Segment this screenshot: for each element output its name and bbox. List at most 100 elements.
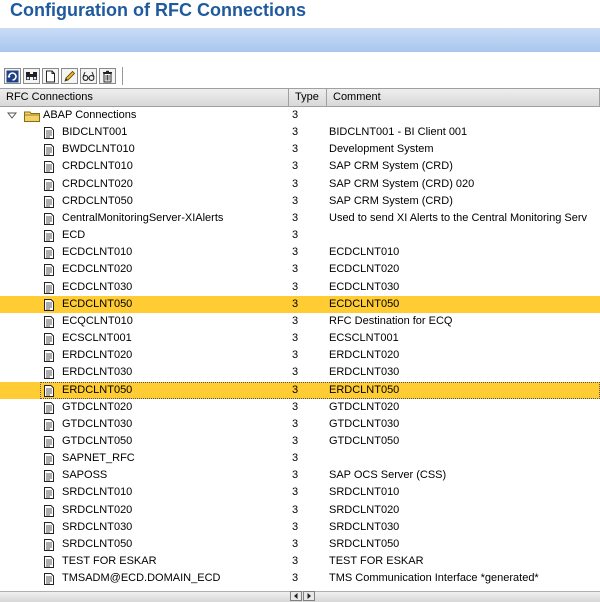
connection-name: TMSADM@ECD.DOMAIN_ECD [62,572,221,585]
tree-row[interactable]: SRDCLNT030 3 SRDCLNT030 [0,519,600,536]
connection-name: BWDCLNT010 [62,143,135,156]
refresh-button[interactable] [4,68,21,84]
type-cell: 3 [292,246,299,259]
connection-name: CRDCLNT010 [62,160,133,173]
document-icon [44,504,54,517]
comment-cell: ECSCLNT001 [329,332,399,345]
connection-name: SAPNET_RFC [62,452,135,465]
delete-button[interactable] [99,68,116,84]
tree-row[interactable]: CRDCLNT010 3 SAP CRM System (CRD) [0,158,600,175]
document-icon [44,264,54,277]
connection-name: BIDCLNT001 [62,126,128,139]
tree-row[interactable]: ERDCLNT050 3 ERDCLNT050 [0,381,600,399]
glasses-icon [82,71,95,81]
connection-name: CRDCLNT050 [62,194,133,207]
connection-name: ECDCLNT030 [62,280,133,293]
comment-cell [329,227,600,244]
type-cell: 3 [292,366,299,379]
comment-cell: ERDCLNT030 [329,366,400,379]
create-button[interactable] [42,68,59,84]
document-icon [44,435,54,448]
comment-cell: GTDCLNT030 [329,417,400,430]
column-header-type[interactable]: Type [289,89,327,106]
tree-row[interactable]: SRDCLNT020 3 SRDCLNT020 [0,502,600,519]
find-button[interactable] [23,68,40,84]
comment-cell: SAP CRM System (CRD) [329,194,453,207]
tree-row[interactable]: ECDCLNT020 3 ECDCLNT020 [0,261,600,278]
connection-name: ERDCLNT030 [62,366,133,379]
column-header-comment[interactable]: Comment [327,89,600,106]
tree-row[interactable]: CentralMonitoringServer-XIAlerts 3 Used to… [0,210,600,227]
expand-triangle-icon[interactable] [7,109,17,121]
comment-cell: Development System [329,143,434,156]
type-cell: 3 [292,400,299,413]
connection-name: SAPOSS [62,469,108,482]
tree-row[interactable]: SRDCLNT010 3 SRDCLNT010 [0,484,600,501]
connection-name: SRDCLNT030 [62,520,133,533]
connection-name: ERDCLNT020 [62,349,133,362]
type-cell: 3 [292,177,299,190]
type-cell: 3 [292,229,299,242]
comment-cell: SAP CRM System (CRD) [329,160,453,173]
refresh-icon [6,70,19,82]
tree-row[interactable]: ECDCLNT050 3 ECDCLNT050 [0,295,600,313]
type-cell: 3 [292,486,299,499]
horizontal-scrollbar[interactable] [0,591,600,602]
tree-row[interactable]: GTDCLNT050 3 GTDCLNT050 [0,433,600,450]
type-cell: 3 [292,572,299,585]
type-cell: 3 [292,503,299,516]
change-button[interactable] [61,68,78,84]
tree-row[interactable]: BWDCLNT010 3 Development System [0,141,600,158]
type-cell: 3 [292,194,299,207]
connection-name: ECSCLNT001 [62,332,132,345]
document-icon [44,556,54,569]
comment-cell: ECDCLNT050 [329,297,400,310]
display-button[interactable] [80,68,97,84]
tree-row[interactable]: ECD 3 [0,227,600,244]
rfc-connections-tree: RFC Connections Type Comment ABAP Connec… [0,88,600,591]
comment-cell: SRDCLNT020 [329,503,400,516]
tree-row[interactable]: ECSCLNT001 3 ECSCLNT001 [0,330,600,347]
tree-row[interactable]: ERDCLNT030 3 ERDCLNT030 [0,364,600,381]
document-icon [44,418,54,431]
arrow-left-icon [294,593,298,599]
tree-row[interactable]: CRDCLNT050 3 SAP CRM System (CRD) [0,193,600,210]
document-icon [44,281,54,294]
tree-row[interactable]: SRDCLNT050 3 SRDCLNT050 [0,536,600,553]
comment-cell: ECDCLNT030 [329,280,400,293]
tree-row[interactable]: CRDCLNT020 3 SAP CRM System (CRD) 020 [0,176,600,193]
document-icon [44,401,54,414]
type-cell: 3 [292,349,299,362]
tree-row[interactable]: ECQCLNT010 3 RFC Destination for ECQ [0,313,600,330]
comment-cell: ERDCLNT050 [329,383,400,396]
find-icon [26,71,37,80]
comment-cell: GTDCLNT020 [329,400,400,413]
type-cell: 3 [292,434,299,447]
create-icon [46,70,55,82]
comment-cell: TEST FOR ESKAR [329,555,424,568]
scroll-left-button[interactable] [290,591,302,601]
document-icon [44,453,54,466]
scroll-right-button[interactable] [303,591,315,601]
column-header-rfc-connections[interactable]: RFC Connections [0,89,289,106]
tree-row[interactable]: ECDCLNT030 3 ECDCLNT030 [0,279,600,296]
document-icon [44,367,54,380]
tree-row[interactable]: GTDCLNT020 3 GTDCLNT020 [0,399,600,416]
document-icon [44,521,54,534]
tree-row[interactable]: ECDCLNT010 3 ECDCLNT010 [0,244,600,261]
connection-name: SRDCLNT050 [62,537,133,550]
tree-row[interactable]: BIDCLNT001 3 BIDCLNT001 - BI Client 001 [0,124,600,141]
tree-toolbar [4,66,123,86]
tree-row[interactable]: ERDCLNT020 3 ERDCLNT020 [0,347,600,364]
document-icon [44,247,54,260]
document-icon [44,161,54,174]
tree-row[interactable]: TEST FOR ESKAR 3 TEST FOR ESKAR [0,553,600,570]
tree-row[interactable]: SAPOSS 3 SAP OCS Server (CSS) [0,467,600,484]
tree-row[interactable]: TMSADM@ECD.DOMAIN_ECD 3 TMS Communication … [0,570,600,587]
tree-row[interactable]: GTDCLNT030 3 GTDCLNT030 [0,416,600,433]
document-icon [44,178,54,191]
connection-name: CentralMonitoringServer-XIAlerts [62,211,224,224]
tree-row[interactable]: SAPNET_RFC 3 [0,450,600,467]
tree-folder-abap-connections[interactable]: ABAP Connections 3 [0,107,600,124]
document-icon [44,195,54,208]
